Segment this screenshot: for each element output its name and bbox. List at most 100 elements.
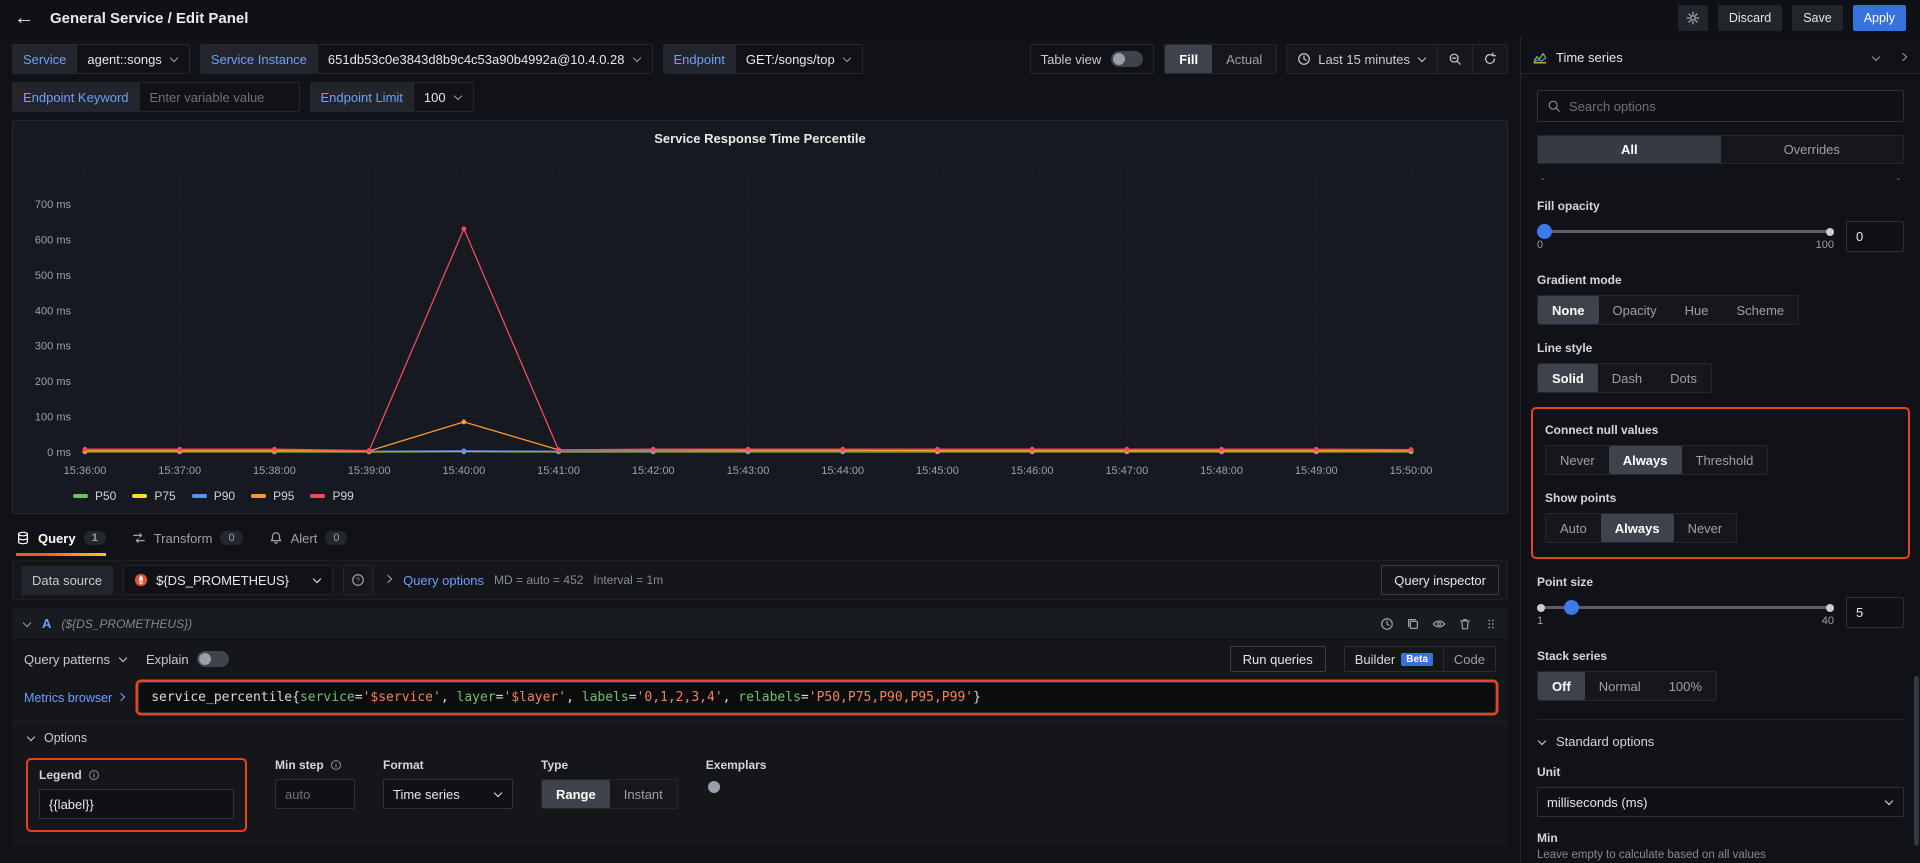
point-size-slider-handle[interactable] [1564,600,1579,615]
explain-toggle[interactable] [197,651,229,667]
highlight-annotation-box: Connect null values Never Always Thresho… [1531,407,1910,559]
discard-button[interactable]: Discard [1718,5,1782,31]
min-step-input[interactable] [275,779,355,809]
query-patterns-dropdown[interactable]: Query patterns [24,652,128,667]
gradient-scheme-button[interactable]: Scheme [1722,296,1798,324]
svg-text:?: ? [356,578,360,585]
query-options-fields: Legend Min step Format Time series [12,754,1508,846]
duplicate-query-icon[interactable] [1406,617,1420,631]
actual-button[interactable]: Actual [1212,45,1276,73]
fill-opacity-slider[interactable]: 0 100 [1537,223,1834,257]
table-view-label: Table view [1041,52,1102,67]
tab-alert[interactable]: Alert 0 [269,518,348,558]
stack-off-button[interactable]: Off [1538,672,1585,700]
point-size-option: Point size 1 40 5 [1537,575,1904,633]
instant-button[interactable]: Instant [610,780,677,808]
connect-threshold-button[interactable]: Threshold [1682,446,1768,474]
points-auto-button[interactable]: Auto [1546,514,1601,542]
tab-all-options[interactable]: All [1538,136,1721,163]
visualization-name[interactable]: Time series [1556,50,1623,65]
legend-swatch [73,494,88,498]
endpoint-value[interactable]: GET:/songs/top [735,45,862,73]
svg-text:100 ms: 100 ms [35,412,72,424]
line-dots-button[interactable]: Dots [1656,364,1711,392]
service-variable-value[interactable]: agent::songs [76,45,188,73]
min-step-label: Min step [275,758,324,772]
chevron-down-icon [1418,54,1426,62]
metrics-browser-link[interactable]: Metrics browser [24,691,126,705]
chevron-down-icon[interactable] [1872,52,1880,60]
remove-query-trash-icon[interactable] [1458,617,1472,631]
back-button[interactable]: ← [14,8,34,28]
options-search-input[interactable] [1569,99,1894,114]
tab-overrides[interactable]: Overrides [1721,136,1904,163]
hide-response-eye-icon[interactable] [1432,617,1446,631]
line-solid-button[interactable]: Solid [1538,364,1598,392]
points-never-button[interactable]: Never [1674,514,1737,542]
standard-options-collapse[interactable]: Standard options [1537,719,1904,749]
fill-opacity-value[interactable]: 0 [1846,221,1904,252]
tab-query[interactable]: Query 1 [16,518,106,558]
timeseries-chart[interactable]: 0 ms100 ms200 ms300 ms400 ms500 ms600 ms… [25,152,1495,484]
connect-never-button[interactable]: Never [1546,446,1609,474]
fill-button[interactable]: Fill [1165,45,1212,73]
query-inspector-button[interactable]: Query inspector [1381,565,1499,595]
unit-select[interactable]: milliseconds (ms) [1537,787,1904,817]
apply-button[interactable]: Apply [1853,5,1906,31]
builder-mode-button[interactable]: Builder Beta [1345,647,1443,671]
legend-item-P75[interactable]: P75 [132,489,175,503]
points-always-button[interactable]: Always [1601,514,1674,542]
range-instant-switch: Range Instant [541,779,678,809]
promql-expression-input[interactable]: service_percentile{service='$service', l… [138,682,1496,713]
panel-settings-button[interactable] [1678,5,1708,31]
point-size-slider[interactable]: 1 40 [1537,599,1834,633]
type-field: Type Range Instant [541,758,678,809]
refresh-button[interactable] [1472,44,1508,74]
service-instance-label: Service Instance [201,45,317,73]
zoom-out-time-button[interactable] [1437,44,1473,74]
sidebar-scrollbar[interactable] [1914,676,1919,846]
gradient-hue-button[interactable]: Hue [1671,296,1723,324]
alert-count-badge: 0 [325,531,347,545]
stack-100-button[interactable]: 100% [1655,672,1716,700]
exemplars-label: Exemplars [706,758,767,772]
save-button[interactable]: Save [1792,5,1843,31]
format-select[interactable]: Time series [383,779,513,809]
legend-item-P90[interactable]: P90 [192,489,235,503]
stack-normal-button[interactable]: Normal [1585,672,1655,700]
endpoint-limit-value[interactable]: 100 [413,83,473,111]
chevron-down-icon [1538,736,1546,744]
query-options-toggle[interactable]: Query options [403,573,484,588]
legend-item-P50[interactable]: P50 [73,489,116,503]
service-instance-value[interactable]: 651db53c0e3843d8b9c4c53a90b4992a@10.4.0.… [317,45,652,73]
code-mode-button[interactable]: Code [1443,647,1495,671]
gradient-opacity-button[interactable]: Opacity [1599,296,1671,324]
connect-always-button[interactable]: Always [1609,446,1682,474]
point-size-value[interactable]: 5 [1846,597,1904,628]
line-dash-button[interactable]: Dash [1598,364,1656,392]
table-view-toggle[interactable] [1111,51,1143,67]
gradient-none-button[interactable]: None [1538,296,1599,324]
time-range-picker[interactable]: Last 15 minutes [1286,44,1438,74]
min-step-field: Min step [275,758,355,809]
endpoint-variable: Endpoint GET:/songs/top [663,44,863,74]
fill-opacity-slider-handle[interactable] [1537,224,1552,239]
datasource-picker[interactable]: ${DS_PROMETHEUS} [123,565,333,595]
query-options-collapse[interactable]: Options [12,721,1508,754]
collapse-query-chevron-icon[interactable] [23,618,31,626]
legend-item-P99[interactable]: P99 [310,489,353,503]
drag-handle-grip-icon[interactable] [1484,617,1498,631]
unit-option: Unit milliseconds (ms) [1537,765,1904,817]
query-history-icon[interactable] [1380,617,1394,631]
endpoint-keyword-input[interactable] [139,83,299,111]
gear-icon [1686,11,1700,25]
query-count-badge: 1 [84,531,106,545]
range-button[interactable]: Range [542,780,610,808]
legend-item-P95[interactable]: P95 [251,489,294,503]
legend-format-input[interactable] [39,789,234,819]
datasource-help-button[interactable]: ? [343,565,373,595]
run-queries-button[interactable]: Run queries [1230,646,1326,672]
collapse-options-chevron-icon[interactable] [1899,52,1907,60]
tab-transform[interactable]: Transform 0 [132,518,243,558]
search-icon [1547,99,1561,113]
